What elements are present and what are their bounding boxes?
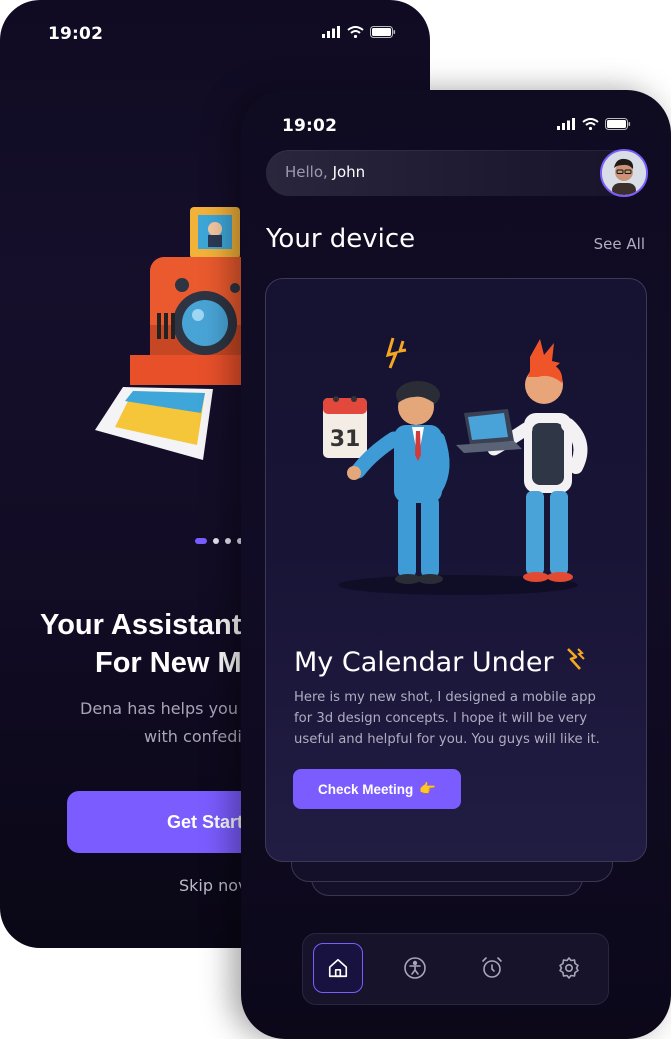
device-card[interactable]: 31 My Calendar Under Here is my new shot… [265, 278, 647, 862]
page-indicator [195, 538, 243, 544]
card-title: My Calendar Under [294, 647, 588, 678]
calendar-number: 31 [330, 427, 361, 452]
card-title-text: My Calendar Under [294, 647, 554, 678]
signal-icon [557, 118, 575, 130]
spark-icon [567, 648, 585, 670]
status-icons [322, 26, 396, 38]
user-name: John [332, 163, 366, 181]
status-time: 19:02 [48, 24, 104, 44]
settings-icon [559, 957, 579, 979]
bottom-tab-bar [302, 933, 609, 1005]
check-meeting-label: Check Meeting [317, 781, 414, 797]
onboarding-subtitle-line1: Dena has helps you c [80, 699, 252, 718]
user-avatar-icon [602, 151, 646, 195]
battery-icon [605, 118, 631, 130]
greeting-bar: Hello, John [266, 149, 648, 197]
accessibility-icon [404, 957, 426, 979]
wifi-icon [582, 118, 599, 130]
pointing-hand-icon: 👉 [419, 781, 437, 796]
wifi-icon [347, 26, 364, 38]
home-screen: 19:02 Hello, John Your device See All 31… [241, 90, 671, 1039]
check-meeting-button[interactable]: Check Meeting 👉 [293, 769, 461, 809]
skip-link[interactable]: Skip nov [179, 876, 248, 895]
tab-home[interactable] [313, 943, 363, 993]
status-bar: 19:02 [241, 116, 671, 140]
tab-settings[interactable] [544, 943, 594, 993]
signal-icon [322, 26, 340, 38]
battery-icon [370, 26, 396, 38]
tab-alarm[interactable] [467, 943, 517, 993]
meeting-illustration: 31 [323, 337, 588, 595]
page-dot[interactable] [213, 538, 219, 544]
status-bar: 19:02 [0, 24, 430, 48]
section-title: Your device [266, 224, 416, 254]
see-all-link[interactable]: See All [594, 235, 645, 253]
status-icons [557, 118, 631, 130]
card-description: Here is my new shot, I designed a mobile… [294, 690, 600, 747]
status-time: 19:02 [282, 116, 338, 136]
page-dot[interactable] [225, 538, 231, 544]
avatar[interactable] [600, 149, 648, 197]
calendar-illustration: 31 [323, 396, 367, 458]
page-dot-active[interactable] [195, 538, 207, 544]
greeting-prefix: Hello, [285, 163, 328, 181]
tab-accessibility[interactable] [390, 943, 440, 993]
alarm-icon [482, 957, 502, 978]
home-icon [328, 958, 348, 978]
greeting-text: Hello, John [285, 163, 365, 181]
